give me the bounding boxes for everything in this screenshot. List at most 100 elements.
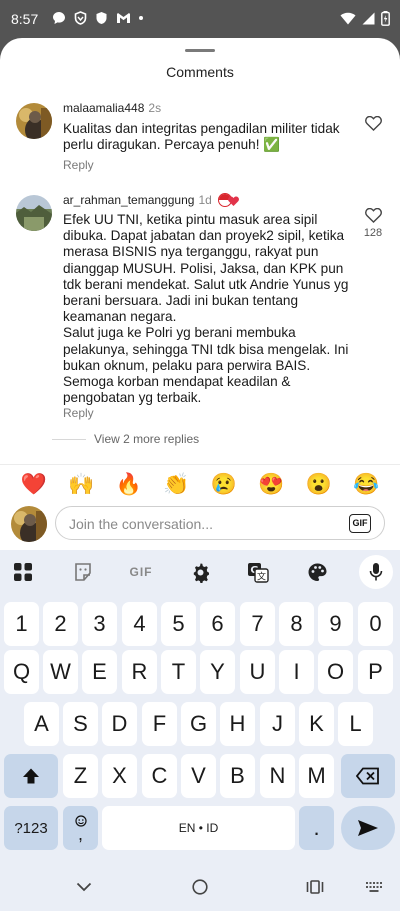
key-i[interactable]: I	[279, 650, 314, 694]
battery-icon	[381, 11, 390, 26]
key-s[interactable]: S	[63, 702, 98, 746]
key-q[interactable]: Q	[4, 650, 39, 694]
indonesia-heart-badge-icon	[218, 193, 240, 207]
emoji-crying-button[interactable]: 😢	[209, 470, 239, 500]
key-n[interactable]: N	[260, 754, 295, 798]
palette-icon	[308, 563, 326, 581]
shift-arrow-icon	[23, 768, 39, 784]
on-screen-keyboard: GIF G文 1 2 3 4 5 6 7 8 9 0 Q W E R T Y U…	[0, 550, 400, 863]
sheet-drag-handle[interactable]	[185, 49, 215, 52]
key-h[interactable]: H	[220, 702, 255, 746]
voice-input-button[interactable]	[359, 555, 393, 589]
comment-username[interactable]: malaamalia448 2s	[63, 101, 161, 115]
key-d[interactable]: D	[102, 702, 137, 746]
recents-button[interactable]	[303, 877, 327, 897]
key-x[interactable]: X	[102, 754, 137, 798]
like-button[interactable]	[363, 116, 383, 131]
avatar[interactable]	[16, 103, 52, 139]
comments-sheet: Comments malaamalia448 2s Kualitas dan in…	[0, 38, 400, 550]
microphone-icon	[369, 563, 383, 581]
key-c[interactable]: C	[142, 754, 177, 798]
key-y[interactable]: Y	[200, 650, 235, 694]
key-a[interactable]: A	[24, 702, 59, 746]
view-more-replies-label: View 2 more replies	[94, 432, 200, 446]
send-key[interactable]	[341, 806, 395, 850]
key-4[interactable]: 4	[122, 602, 157, 646]
key-1[interactable]: 1	[4, 602, 39, 646]
emoji-raised-hands-button[interactable]: 🙌	[66, 470, 96, 500]
sticker-button[interactable]	[68, 558, 98, 586]
more-notifications-dot-icon	[139, 16, 143, 20]
like-count: 128	[363, 227, 383, 239]
key-7[interactable]: 7	[240, 602, 275, 646]
comment-text: Efek UU TNI, ketika pintu masuk area sip…	[63, 212, 349, 406]
avatar[interactable]	[16, 195, 52, 231]
key-l[interactable]: L	[338, 702, 373, 746]
backspace-icon	[356, 767, 379, 785]
translate-button[interactable]: G文	[243, 558, 273, 586]
hide-keyboard-button[interactable]	[72, 877, 96, 897]
key-w[interactable]: W	[43, 650, 78, 694]
emoji-heart-eyes-button[interactable]: 😍	[256, 470, 286, 500]
compose-bar: Join the conversation... GIF	[0, 504, 400, 544]
key-u[interactable]: U	[240, 650, 275, 694]
status-time: 8:57	[11, 11, 39, 27]
avatar-image	[16, 103, 52, 139]
gif-picker-button[interactable]: GIF	[349, 514, 371, 533]
symbols-key[interactable]: ?123	[4, 806, 58, 850]
key-o[interactable]: O	[318, 650, 353, 694]
translate-icon: G文	[248, 562, 269, 583]
home-button[interactable]	[190, 877, 210, 897]
sheet-title: Comments	[166, 64, 234, 80]
emoji-clap-button[interactable]: 👏	[161, 470, 191, 500]
comment-username[interactable]: ar_rahman_temanggung 1d	[63, 193, 240, 207]
replies-divider-line	[52, 438, 86, 440]
emoji-comma-key[interactable]: ,	[63, 806, 98, 850]
key-m[interactable]: M	[299, 754, 334, 798]
view-more-replies-button[interactable]: View 2 more replies	[52, 432, 199, 446]
sticker-icon	[75, 563, 91, 581]
key-g[interactable]: G	[181, 702, 216, 746]
emoji-laughing-button[interactable]: 😂	[351, 470, 381, 500]
backspace-key[interactable]	[341, 754, 395, 798]
key-5[interactable]: 5	[161, 602, 196, 646]
space-bar[interactable]: EN • ID	[102, 806, 295, 850]
emoji-heart-button[interactable]: ❤️	[19, 470, 49, 500]
theme-button[interactable]	[302, 558, 332, 586]
key-j[interactable]: J	[260, 702, 295, 746]
reply-button[interactable]: Reply	[63, 158, 94, 172]
emoji-surprised-button[interactable]: 😮	[304, 470, 334, 500]
key-b[interactable]: B	[220, 754, 255, 798]
home-circle-icon	[192, 879, 208, 895]
chevron-down-icon	[76, 882, 92, 892]
key-z[interactable]: Z	[63, 754, 98, 798]
period-key[interactable]: .	[299, 806, 334, 850]
key-p[interactable]: P	[358, 650, 393, 694]
like-button[interactable]: 128	[363, 208, 383, 239]
key-6[interactable]: 6	[200, 602, 235, 646]
key-9[interactable]: 9	[318, 602, 353, 646]
vpn-shield-icon	[96, 12, 107, 24]
comment-input[interactable]: Join the conversation... GIF	[55, 506, 385, 540]
key-v[interactable]: V	[181, 754, 216, 798]
gif-keyboard-button[interactable]: GIF	[126, 558, 156, 586]
emoji-fire-button[interactable]: 🔥	[114, 470, 144, 500]
apps-grid-button[interactable]	[8, 558, 38, 586]
comment-timestamp: 2s	[148, 101, 162, 115]
gif-keyboard-label: GIF	[129, 565, 153, 579]
key-8[interactable]: 8	[279, 602, 314, 646]
keyboard-switch-button[interactable]	[362, 877, 386, 897]
key-2[interactable]: 2	[43, 602, 78, 646]
key-0[interactable]: 0	[358, 602, 393, 646]
key-t[interactable]: T	[161, 650, 196, 694]
gmail-icon	[117, 13, 130, 23]
emoji-quick-bar: ❤️ 🙌 🔥 👏 😢 😍 😮 😂	[0, 470, 400, 500]
shift-key[interactable]	[4, 754, 58, 798]
key-e[interactable]: E	[82, 650, 117, 694]
key-k[interactable]: K	[299, 702, 334, 746]
settings-button[interactable]	[185, 558, 215, 586]
reply-button[interactable]: Reply	[63, 406, 94, 420]
key-3[interactable]: 3	[82, 602, 117, 646]
key-r[interactable]: R	[122, 650, 157, 694]
key-f[interactable]: F	[142, 702, 177, 746]
